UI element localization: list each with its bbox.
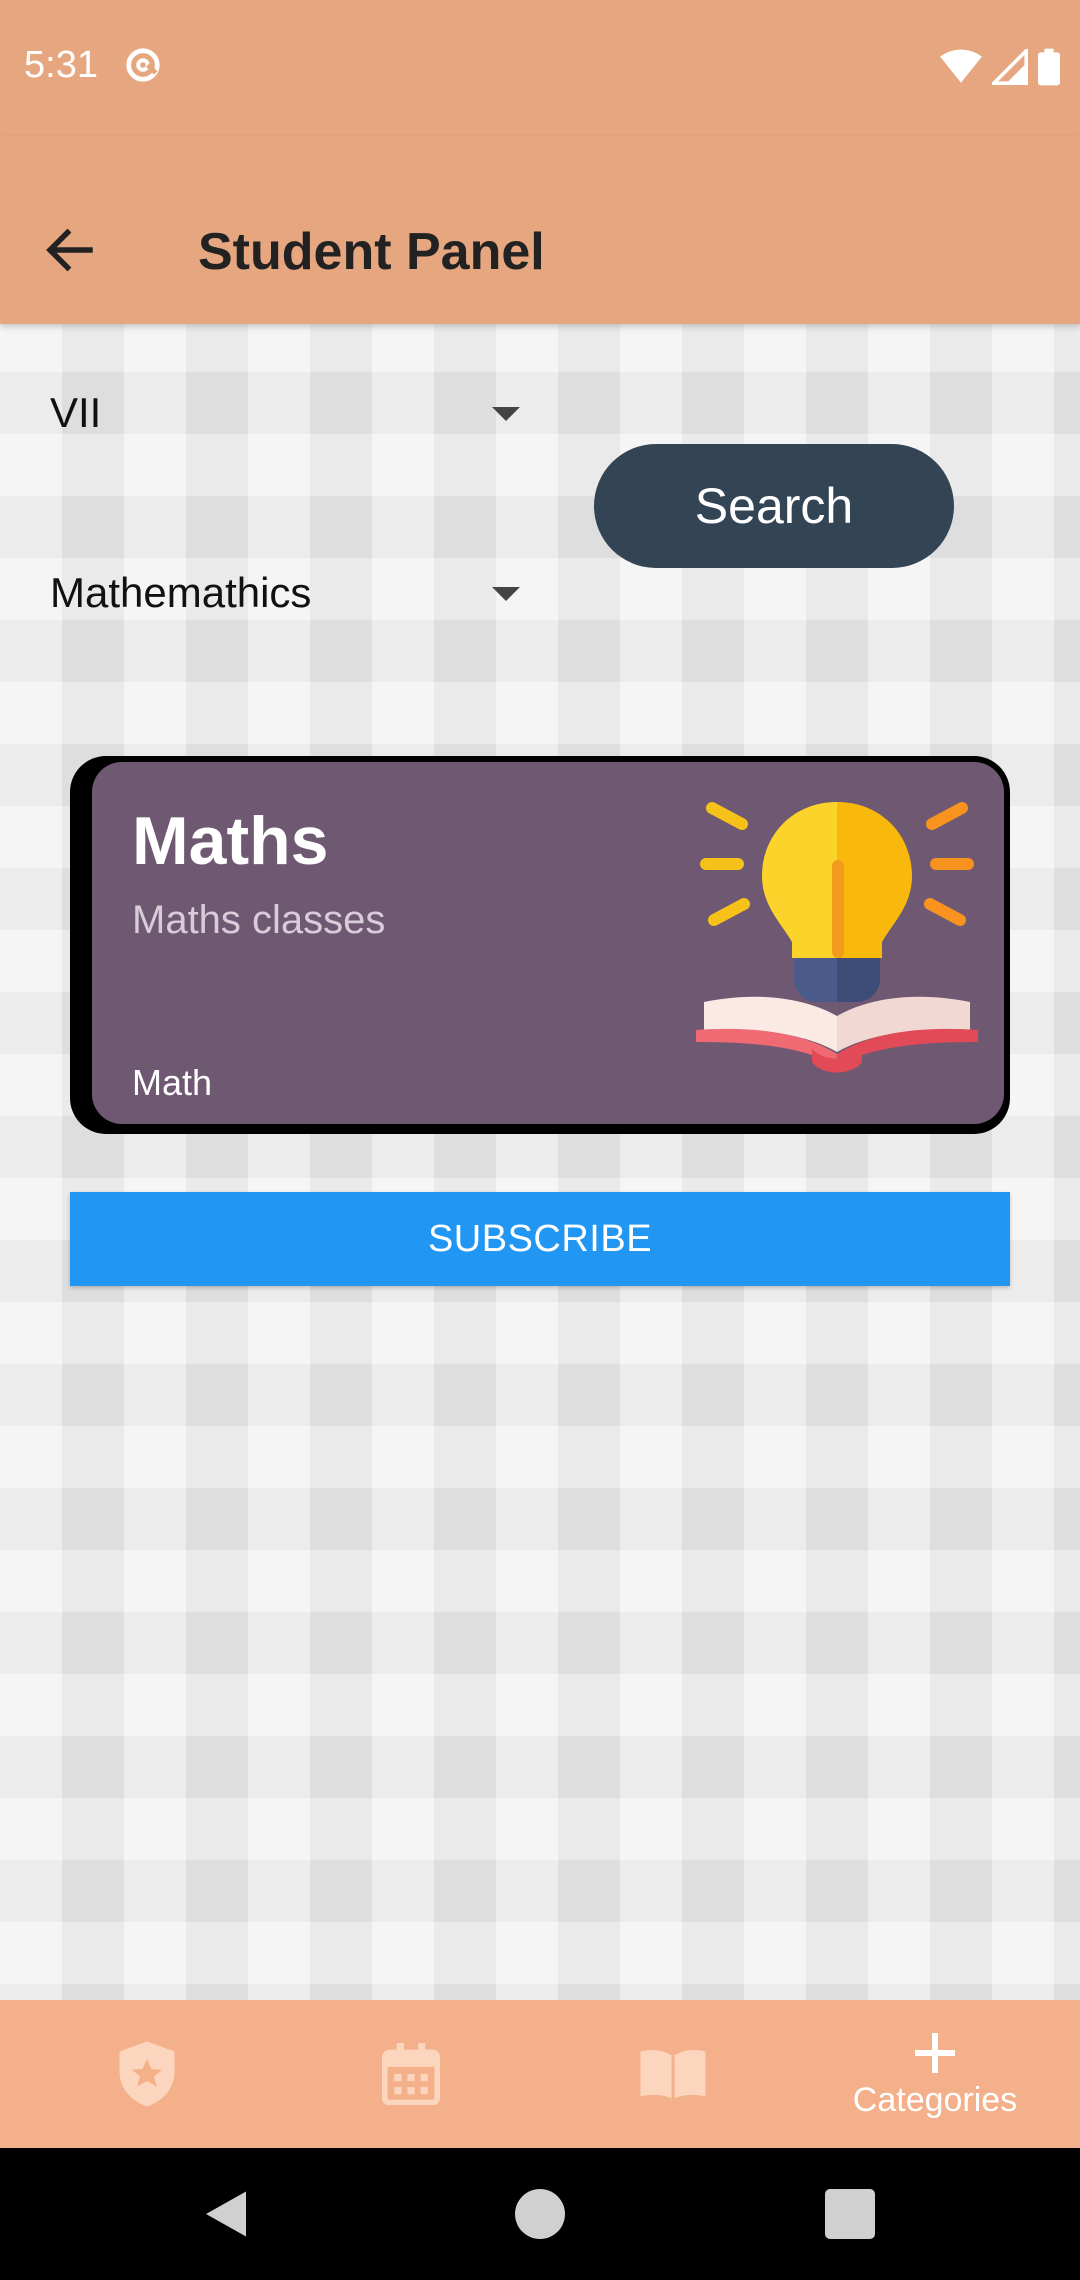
plus-icon xyxy=(915,2032,955,2073)
status-time: 5:31 xyxy=(24,44,98,86)
calendar-icon xyxy=(382,2043,440,2105)
class-spinner-value: VII xyxy=(50,389,102,436)
home-circle-icon[interactable] xyxy=(510,2184,570,2244)
subject-spinner[interactable]: Mathemathics xyxy=(50,548,520,638)
arrow-back-icon[interactable] xyxy=(40,220,100,280)
nav-item-book[interactable] xyxy=(538,2000,808,2148)
course-card[interactable]: Maths Maths classes Math xyxy=(70,756,1010,1134)
system-navigation-bar xyxy=(0,2148,1080,2280)
dropdown-arrow-icon xyxy=(492,407,520,421)
dropdown-arrow-icon xyxy=(492,587,520,601)
nav-item-calendar[interactable] xyxy=(276,2000,546,2148)
nav-label-categories: Categories xyxy=(852,2080,1018,2119)
course-card-body: Maths Maths classes Math xyxy=(92,762,1004,1124)
screen: 5:31 Student Panel VII Search Mathemathi… xyxy=(0,0,1080,2280)
course-tag: Math xyxy=(132,1062,213,1103)
course-subtitle: Maths classes xyxy=(132,898,386,942)
status-bar: 5:31 xyxy=(0,0,1080,136)
nav-item-badge[interactable] xyxy=(12,2000,282,2148)
class-spinner[interactable]: VII xyxy=(50,368,520,458)
status-icons xyxy=(940,48,1060,86)
at-circle-icon xyxy=(126,48,160,82)
subject-spinner-value: Mathemathics xyxy=(50,569,312,616)
recents-square-icon[interactable] xyxy=(820,2184,880,2244)
app-bar: Student Panel xyxy=(0,136,1080,324)
book-icon xyxy=(640,2050,706,2099)
course-title: Maths xyxy=(132,803,329,879)
shield-star-icon xyxy=(119,2041,175,2107)
battery-icon xyxy=(1038,48,1060,86)
bottom-navigation: Categories xyxy=(0,2000,1080,2148)
page-title: Student Panel xyxy=(198,223,545,281)
subscribe-button[interactable]: SUBSCRIBE xyxy=(70,1192,1010,1286)
lightbulb-book-icon xyxy=(696,802,978,1073)
wifi-icon xyxy=(940,49,982,83)
back-triangle-icon[interactable] xyxy=(196,2184,256,2244)
search-button[interactable]: Search xyxy=(594,444,954,568)
nav-item-categories[interactable]: Categories xyxy=(800,2000,1070,2148)
signal-icon xyxy=(992,49,1028,85)
